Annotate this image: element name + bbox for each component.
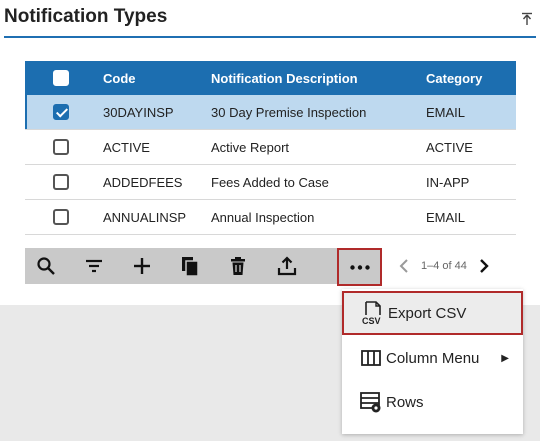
page-range: 1–4 of 44 bbox=[421, 260, 467, 272]
cell-description: Active Report bbox=[211, 129, 426, 165]
cell-description: Annual Inspection bbox=[211, 199, 426, 235]
chevron-left-icon[interactable] bbox=[395, 256, 415, 276]
notification-types-panel: Notification Types Code Notification Des… bbox=[0, 0, 540, 305]
row-checkbox-cell bbox=[25, 164, 103, 200]
add-button[interactable] bbox=[124, 248, 160, 284]
row-checkbox[interactable] bbox=[53, 174, 69, 191]
chevron-right-icon[interactable] bbox=[473, 256, 493, 276]
column-header-category[interactable]: Category bbox=[426, 61, 516, 95]
menu-item-label: Column Menu bbox=[386, 349, 480, 367]
row-checkbox-cell bbox=[25, 199, 103, 235]
page-title: Notification Types bbox=[4, 6, 168, 27]
column-header-description[interactable]: Notification Description bbox=[211, 61, 426, 95]
submenu-arrow-icon: ▶ bbox=[501, 352, 509, 364]
menu-item-column-menu[interactable]: Column Menu ▶ bbox=[342, 336, 523, 380]
column-header-code[interactable]: Code bbox=[103, 61, 211, 95]
filter-button[interactable] bbox=[76, 248, 112, 284]
cell-category: IN-APP bbox=[426, 164, 516, 200]
cell-category: EMAIL bbox=[426, 199, 516, 235]
menu-item-export-csv[interactable]: CSV Export CSV bbox=[342, 291, 523, 335]
pagination: 1–4 of 44 bbox=[395, 248, 493, 284]
select-all-cell bbox=[25, 61, 103, 95]
cell-code: ADDEDFEES bbox=[103, 164, 211, 200]
cell-category: ACTIVE bbox=[426, 129, 516, 165]
menu-item-label: Export CSV bbox=[388, 304, 467, 322]
add-icon bbox=[134, 258, 150, 274]
more-actions-menu: CSV Export CSV Column Menu ▶ Rows bbox=[342, 289, 523, 434]
collapse-icon[interactable] bbox=[520, 12, 534, 26]
delete-button[interactable] bbox=[220, 248, 256, 284]
row-checkbox[interactable] bbox=[53, 139, 69, 156]
table-row[interactable]: ADDEDFEES Fees Added to Case IN-APP bbox=[25, 164, 516, 200]
cell-code: ACTIVE bbox=[103, 129, 211, 165]
svg-text:CSV: CSV bbox=[362, 316, 381, 325]
copy-button[interactable] bbox=[172, 248, 208, 284]
table-row[interactable]: 30DAYINSP 30 Day Premise Inspection EMAI… bbox=[25, 95, 516, 130]
search-icon bbox=[37, 257, 55, 275]
filter-icon bbox=[86, 259, 102, 273]
select-all-checkbox[interactable] bbox=[53, 70, 69, 87]
table-toolbar bbox=[25, 248, 381, 284]
title-divider bbox=[4, 36, 536, 38]
column-menu-icon bbox=[360, 347, 382, 369]
cell-category: EMAIL bbox=[426, 95, 516, 130]
cell-description: Fees Added to Case bbox=[211, 164, 426, 200]
search-button[interactable] bbox=[28, 248, 64, 284]
row-checkbox[interactable] bbox=[53, 104, 69, 121]
table-row[interactable]: ACTIVE Active Report ACTIVE bbox=[25, 129, 516, 165]
menu-item-rows[interactable]: Rows bbox=[342, 380, 523, 424]
row-checkbox-cell bbox=[25, 95, 103, 130]
csv-icon: CSV bbox=[362, 301, 384, 325]
row-checkbox-cell bbox=[25, 129, 103, 165]
cell-code: 30DAYINSP bbox=[103, 95, 211, 130]
rows-icon bbox=[360, 391, 382, 413]
upload-icon bbox=[277, 256, 297, 276]
more-icon bbox=[350, 265, 370, 270]
row-checkbox[interactable] bbox=[53, 209, 69, 226]
table-row[interactable]: ANNUALINSP Annual Inspection EMAIL bbox=[25, 199, 516, 235]
cell-code: ANNUALINSP bbox=[103, 199, 211, 235]
cell-description: 30 Day Premise Inspection bbox=[211, 95, 426, 130]
more-actions-button[interactable] bbox=[337, 248, 382, 286]
copy-icon bbox=[182, 257, 199, 277]
table-header-row: Code Notification Description Category bbox=[25, 61, 516, 95]
notification-types-table: Code Notification Description Category 3… bbox=[25, 61, 516, 235]
menu-item-label: Rows bbox=[386, 393, 424, 411]
delete-icon bbox=[231, 257, 245, 275]
upload-button[interactable] bbox=[269, 248, 305, 284]
